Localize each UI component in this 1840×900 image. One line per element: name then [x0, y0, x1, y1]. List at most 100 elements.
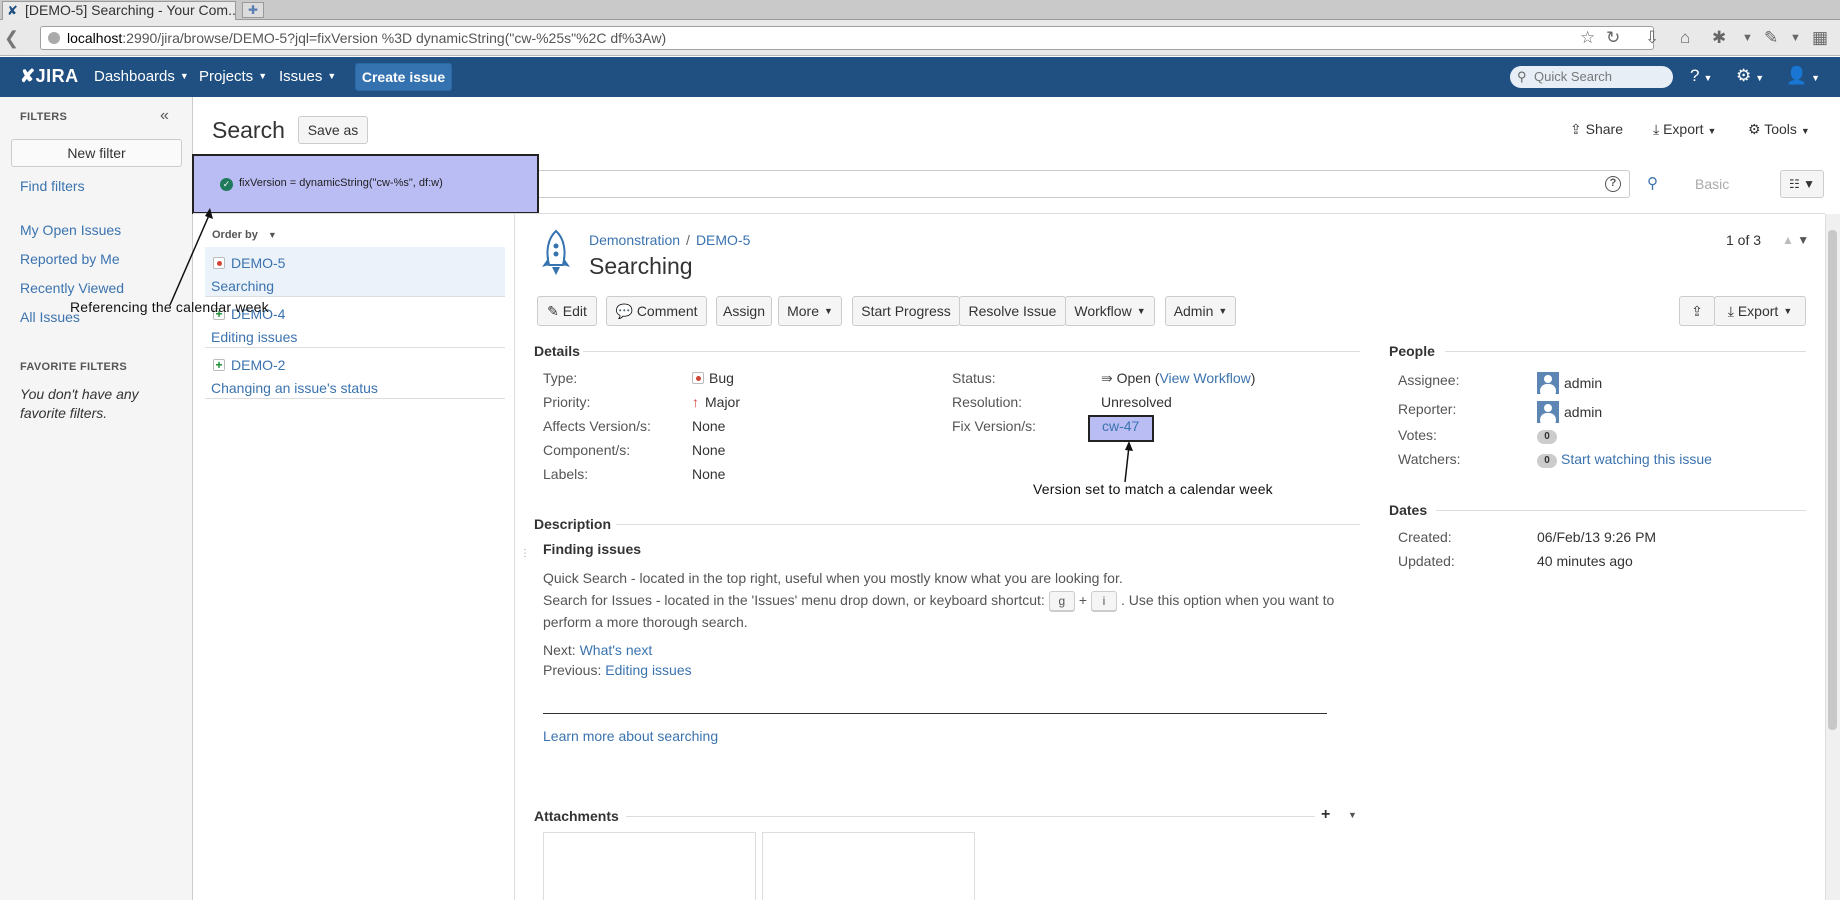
- admin-button[interactable]: Admin ▼: [1165, 296, 1236, 326]
- filter-my-open-issues[interactable]: My Open Issues: [20, 222, 121, 238]
- reload-icon[interactable]: ↻: [1606, 28, 1620, 48]
- comment-icon: 💬: [615, 303, 637, 319]
- start-watching-link[interactable]: Start watching this issue: [1561, 451, 1712, 467]
- back-arrow-icon[interactable]: ❮: [4, 28, 28, 48]
- shortcut-key-i: i: [1091, 591, 1118, 611]
- status-label: Status:: [952, 370, 996, 386]
- url-path: :2990/jira/browse/DEMO-5?jql=fixVersion …: [122, 30, 667, 46]
- download-icon[interactable]: ⇩: [1645, 28, 1659, 48]
- attachment-dropzone[interactable]: [762, 832, 975, 900]
- gear-icon: ⚙: [1748, 121, 1765, 137]
- filters-heading: FILTERS: [20, 111, 68, 123]
- list-item[interactable]: DEMO-5 Searching: [205, 247, 505, 297]
- whats-next-link[interactable]: What's next: [580, 642, 653, 658]
- assignee-value[interactable]: admin: [1537, 372, 1602, 394]
- nav-projects[interactable]: Projects ▼: [199, 68, 267, 85]
- labels-label: Labels:: [543, 466, 589, 482]
- issue-key[interactable]: DEMO-2: [231, 357, 285, 373]
- order-by-control[interactable]: Order by ▼: [212, 229, 277, 241]
- help-icon[interactable]: ?: [1605, 176, 1621, 192]
- workflow-button[interactable]: Workflow ▼: [1065, 296, 1155, 326]
- editing-issues-link[interactable]: Editing issues: [605, 662, 691, 678]
- bookmark-star-icon[interactable]: ☆: [1580, 28, 1595, 48]
- addon-icon[interactable]: ✱: [1712, 28, 1726, 48]
- pencil-icon: ✎: [547, 303, 563, 319]
- edit-button[interactable]: ✎ Edit: [537, 296, 597, 326]
- attachment-dropzone[interactable]: [543, 832, 756, 900]
- layout-switcher-button[interactable]: ☷ ▼: [1780, 170, 1824, 198]
- basic-search-toggle[interactable]: Basic: [1695, 176, 1729, 192]
- quick-search-input[interactable]: ⚲ Quick Search: [1510, 66, 1673, 88]
- filter-recently-viewed[interactable]: Recently Viewed: [20, 280, 124, 296]
- find-filters-link[interactable]: Find filters: [20, 178, 85, 194]
- browser-tab-bar: ✘ [DEMO-5] Searching - Your Com... ✚: [0, 0, 1840, 20]
- divider: [626, 816, 1315, 817]
- jql-valid-check-icon: ✓: [220, 178, 233, 191]
- export-issue-button[interactable]: ⤓ Export ▼: [1714, 296, 1806, 326]
- menu-grid-icon[interactable]: ▦: [1812, 28, 1828, 48]
- divider: [514, 214, 515, 900]
- issue-summary-title: Searching: [589, 253, 693, 279]
- share-button[interactable]: ⇪ Share: [1570, 121, 1623, 138]
- priority-major-icon: ↑: [692, 394, 699, 410]
- add-attachment-icon[interactable]: +: [1321, 806, 1330, 824]
- export-icon: ⤓: [1653, 121, 1664, 137]
- home-icon[interactable]: ⌂: [1680, 28, 1690, 48]
- chevron-down-icon[interactable]: ▼: [1348, 810, 1357, 820]
- resolve-issue-button[interactable]: Resolve Issue: [959, 296, 1066, 326]
- save-as-button[interactable]: Save as: [298, 116, 368, 144]
- url-bar[interactable]: localhost:2990/jira/browse/DEMO-5?jql=fi…: [40, 26, 1654, 50]
- reporter-value[interactable]: admin: [1537, 401, 1602, 423]
- annotation-calendar-week: Referencing the calendar week: [70, 299, 269, 315]
- search-icon[interactable]: ⚲: [1647, 174, 1658, 192]
- chevron-down-icon[interactable]: ▼: [1790, 28, 1801, 48]
- issue-summary[interactable]: Searching: [211, 278, 274, 294]
- tools-button[interactable]: ⚙ Tools ▼: [1748, 121, 1810, 138]
- nav-issues[interactable]: Issues ▼: [279, 68, 336, 85]
- issue-key[interactable]: DEMO-5: [231, 255, 285, 271]
- collapse-sidebar-icon[interactable]: «: [160, 107, 169, 125]
- description-line: Quick Search - located in the top right,…: [543, 570, 1123, 586]
- tool-icon[interactable]: ✎: [1764, 28, 1778, 48]
- browser-tab[interactable]: ✘ [DEMO-5] Searching - Your Com...: [2, 1, 236, 20]
- fix-version-link[interactable]: cw-47: [1102, 418, 1139, 434]
- watchers-value: 0 Start watching this issue: [1537, 451, 1712, 468]
- scrollbar-thumb[interactable]: [1828, 230, 1837, 730]
- components-label: Component/s:: [543, 442, 631, 458]
- view-workflow-link[interactable]: View Workflow: [1159, 370, 1250, 386]
- annotation-version-match: Version set to match a calendar week: [1033, 481, 1273, 497]
- components-value: None: [692, 442, 726, 458]
- dates-heading: Dates: [1389, 502, 1428, 518]
- more-button[interactable]: More ▼: [778, 296, 842, 326]
- description-line: Search for Issues - located in the 'Issu…: [543, 591, 1334, 611]
- user-avatar-icon[interactable]: 👤 ▼: [1786, 66, 1820, 86]
- help-icon[interactable]: ? ▼: [1690, 66, 1712, 86]
- jira-logo[interactable]: ✘JIRA: [20, 66, 79, 87]
- chevron-down-icon[interactable]: ▼: [1742, 28, 1753, 48]
- comment-button[interactable]: 💬 Comment: [606, 296, 707, 326]
- list-item[interactable]: + DEMO-2 Changing an issue's status: [205, 349, 505, 399]
- type-label: Type:: [543, 370, 578, 386]
- learn-more-link[interactable]: Learn more about searching: [543, 728, 718, 744]
- issue-summary[interactable]: Changing an issue's status: [211, 380, 378, 396]
- new-tab-button[interactable]: ✚: [242, 2, 264, 18]
- annotation-arrow: [1124, 441, 1133, 483]
- start-progress-button[interactable]: Start Progress: [852, 296, 960, 326]
- export-button[interactable]: ⤓ Export ▼: [1653, 121, 1716, 138]
- breadcrumb-issue-key[interactable]: DEMO-5: [696, 232, 750, 248]
- drag-handle-icon[interactable]: ⋮: [520, 548, 530, 559]
- breadcrumb-project[interactable]: Demonstration: [589, 232, 680, 248]
- created-label: Created:: [1398, 529, 1452, 545]
- bug-type-icon: [692, 372, 704, 384]
- priority-value: ↑ Major: [692, 394, 741, 410]
- filter-reported-by-me[interactable]: Reported by Me: [20, 251, 120, 267]
- new-filter-button[interactable]: New filter: [11, 139, 182, 167]
- nav-dashboards[interactable]: Dashboards ▼: [94, 68, 189, 85]
- share-issue-icon[interactable]: ⇪: [1679, 296, 1715, 326]
- assign-button[interactable]: Assign: [716, 296, 772, 326]
- issue-summary[interactable]: Editing issues: [211, 329, 297, 345]
- create-issue-button[interactable]: Create issue: [355, 63, 452, 91]
- browser-nav-bar: ❮ localhost:2990/jira/browse/DEMO-5?jql=…: [0, 20, 1840, 56]
- pager-arrows[interactable]: ▲ ▼: [1782, 233, 1809, 247]
- gear-icon[interactable]: ⚙ ▼: [1736, 66, 1764, 86]
